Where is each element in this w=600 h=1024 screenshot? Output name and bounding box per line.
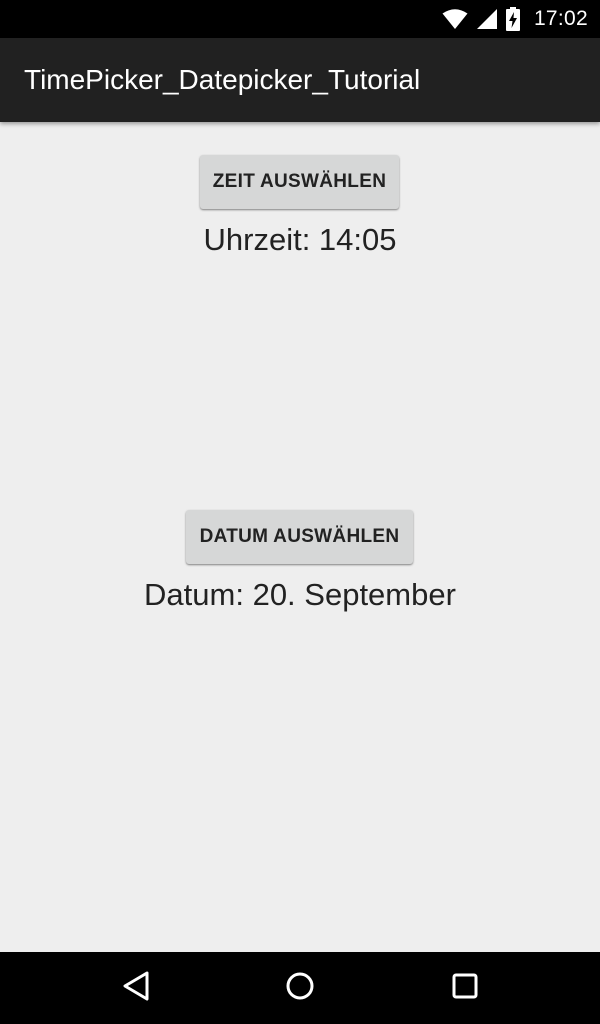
action-bar: TimePicker_Datepicker_Tutorial: [0, 38, 600, 122]
signal-icon: [476, 8, 498, 30]
screen: 17:02 TimePicker_Datepicker_Tutorial ZEI…: [0, 0, 600, 1024]
app-title: TimePicker_Datepicker_Tutorial: [24, 64, 421, 95]
back-icon: [121, 970, 151, 1007]
content-area: ZEIT AUSWÄHLEN Uhrzeit: 14:05 DATUM AUSW…: [0, 122, 600, 952]
back-button[interactable]: [100, 952, 172, 1024]
status-icons: 17:02: [442, 0, 588, 38]
status-time: 17:02: [533, 7, 588, 30]
date-value-text: Datum: 20. September: [144, 577, 456, 612]
home-icon: [285, 971, 315, 1006]
navigation-bar: [0, 952, 600, 1024]
wifi-icon: [442, 8, 468, 30]
home-button[interactable]: [264, 952, 336, 1024]
recent-apps-icon: [452, 973, 478, 1004]
select-date-button[interactable]: DATUM AUSWÄHLEN: [186, 510, 413, 564]
recent-apps-button[interactable]: [429, 952, 501, 1024]
battery-charging-icon: [505, 7, 520, 31]
status-bar: 17:02: [0, 0, 600, 38]
select-time-button[interactable]: ZEIT AUSWÄHLEN: [200, 155, 399, 209]
time-value-text: Uhrzeit: 14:05: [203, 222, 397, 257]
